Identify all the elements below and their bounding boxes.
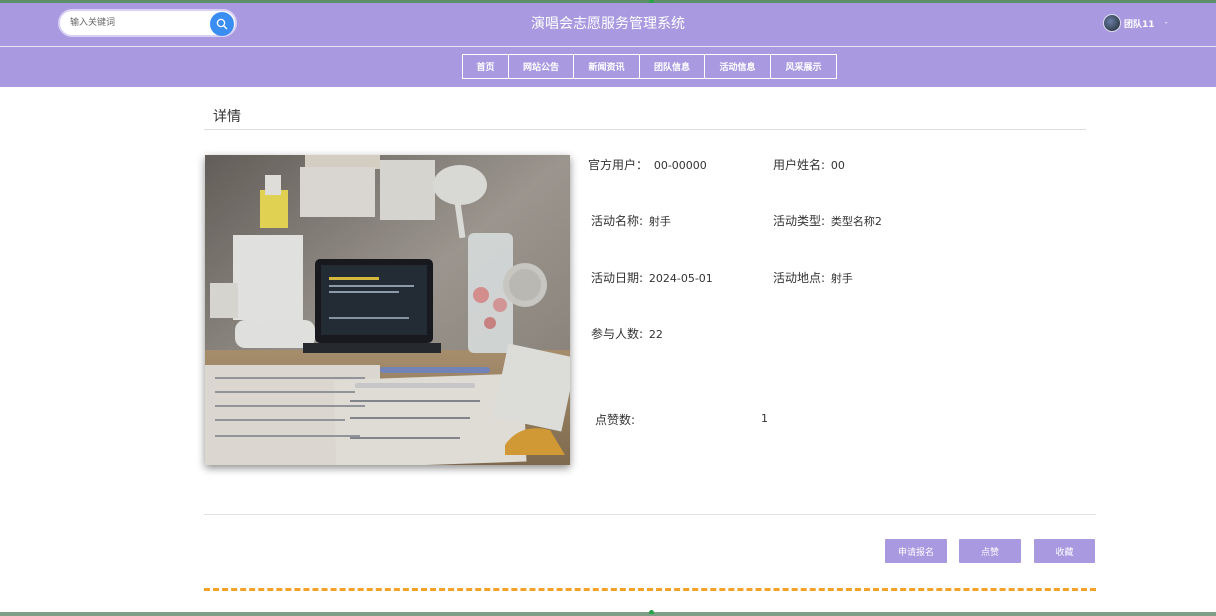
field-activity-name: 活动名称: 射手 xyxy=(591,212,671,229)
detail-heading: 详情 xyxy=(213,109,241,125)
user-menu[interactable]: 团队11 - xyxy=(1103,14,1168,32)
nav-item-news[interactable]: 新闻资讯 xyxy=(573,54,640,79)
apply-button[interactable]: 申请报名 xyxy=(885,539,947,563)
likes-value: 1 xyxy=(761,412,768,425)
favorite-button[interactable]: 收藏 xyxy=(1034,539,1095,563)
actions-divider xyxy=(204,514,1096,515)
participants-label: 参与人数: xyxy=(591,327,644,341)
likes-count: 1 xyxy=(759,411,768,425)
dashed-divider xyxy=(204,588,1096,591)
nav-item-showcase[interactable]: 风采展示 xyxy=(770,54,837,79)
nav-item-teams[interactable]: 团队信息 xyxy=(639,54,705,79)
field-participants: 参与人数: 22 xyxy=(591,325,663,342)
activity-type-value: 类型名称2 xyxy=(830,215,882,228)
activity-photo xyxy=(205,155,570,465)
participants-value: 22 xyxy=(648,328,663,341)
official-user-label: 官方用户： xyxy=(588,158,649,172)
user-name-label: 用户姓名: xyxy=(773,158,826,172)
field-user-name: 用户姓名: 00 xyxy=(773,156,845,173)
activity-location-label: 活动地点: xyxy=(773,271,826,285)
user-menu-arrow: - xyxy=(1164,18,1168,28)
username: 团队11 xyxy=(1124,19,1155,30)
main-nav: 首页 网站公告 新闻资讯 团队信息 活动信息 风采展示 xyxy=(0,47,1216,87)
nav-item-activities[interactable]: 活动信息 xyxy=(704,54,771,79)
avatar xyxy=(1103,14,1121,32)
activity-date-label: 活动日期: xyxy=(591,271,644,285)
field-activity-location: 活动地点: 射手 xyxy=(773,269,853,286)
official-user-value: 00-00000 xyxy=(653,159,707,172)
activity-type-label: 活动类型: xyxy=(773,214,826,228)
heading-divider xyxy=(204,129,1086,130)
top-header: 演唱会志愿服务管理系统 团队11 - xyxy=(0,3,1216,46)
site-title: 演唱会志愿服务管理系统 xyxy=(531,16,685,32)
likes-label: 点赞数: xyxy=(595,413,636,427)
field-activity-date: 活动日期: 2024-05-01 xyxy=(591,269,713,286)
field-activity-type: 活动类型: 类型名称2 xyxy=(773,212,882,229)
user-name-value: 00 xyxy=(830,159,845,172)
nav-item-home[interactable]: 首页 xyxy=(462,54,509,79)
field-official-user: 官方用户： 00-00000 xyxy=(588,156,707,173)
field-likes: 点赞数: xyxy=(595,411,635,428)
like-button[interactable]: 点赞 xyxy=(959,539,1021,563)
activity-location-value: 射手 xyxy=(830,272,853,285)
activity-date-value: 2024-05-01 xyxy=(648,272,713,285)
activity-name-label: 活动名称: xyxy=(591,214,644,228)
bottom-border xyxy=(0,612,1216,616)
bottom-indicator xyxy=(649,610,654,614)
activity-name-value: 射手 xyxy=(648,215,671,228)
nav-item-announcements[interactable]: 网站公告 xyxy=(508,54,574,79)
